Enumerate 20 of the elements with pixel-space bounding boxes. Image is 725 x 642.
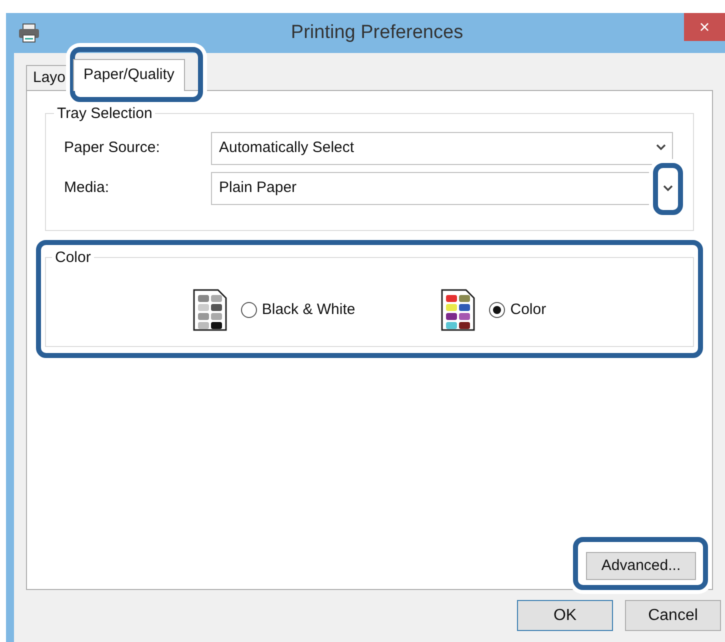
- chevron-down-icon: [656, 144, 666, 151]
- radio-button[interactable]: [489, 302, 506, 318]
- dropdown-value: Plain Paper: [219, 178, 297, 198]
- radio-button[interactable]: [240, 302, 257, 318]
- paper-sheet-icon: [441, 289, 476, 331]
- paper-sheet-icon: [192, 289, 227, 331]
- printer-icon: [18, 23, 40, 43]
- dialog-button[interactable]: Cancel: [625, 600, 721, 631]
- dialog-button[interactable]: OK: [517, 600, 613, 631]
- chevron-down-icon: [663, 185, 673, 192]
- tab[interactable]: Paper/Quality: [72, 59, 186, 91]
- window-title: Printing Preferences: [290, 22, 464, 43]
- radio-option[interactable]: Black & White: [240, 298, 356, 322]
- dropdown[interactable]: Automatically Select: [211, 132, 673, 164]
- radio-option[interactable]: Color: [489, 298, 546, 322]
- field-label: Paper Source:: [64, 138, 161, 158]
- close-button[interactable]: ×: [684, 13, 725, 41]
- field-label: Media:: [64, 178, 110, 198]
- advanced-button[interactable]: Advanced...: [586, 552, 696, 580]
- dropdown-value: Automatically Select: [219, 138, 354, 158]
